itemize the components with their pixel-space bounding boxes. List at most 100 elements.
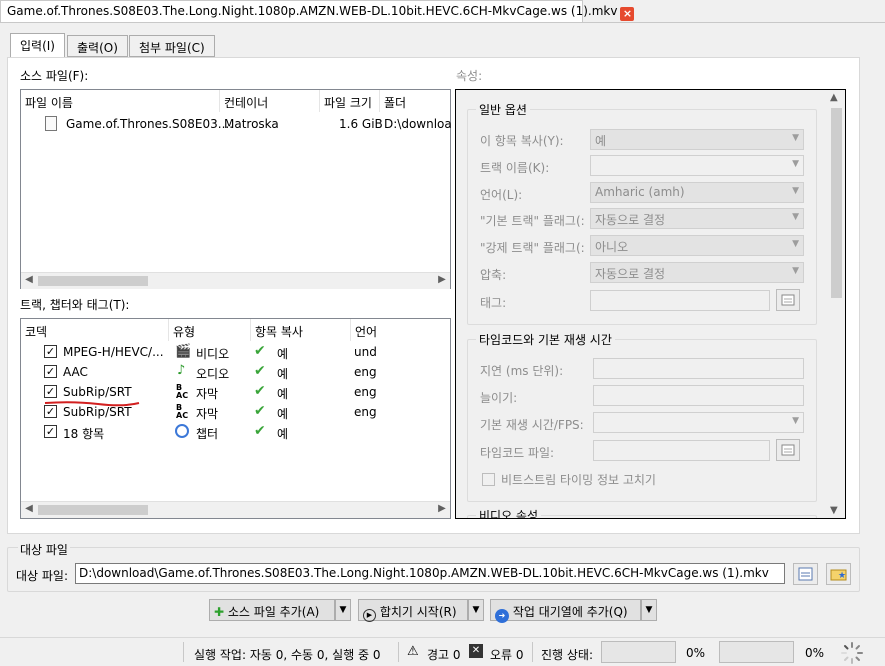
track-row[interactable]: ✓ SubRip/SRT B AC 자막 ✔ 예 eng xyxy=(21,402,450,422)
col-codec[interactable]: 코덱 xyxy=(21,319,169,341)
track-row[interactable]: ✓ 18 항목 챕터 ✔ 예 xyxy=(21,422,450,442)
forced-track-value: 아니오 xyxy=(595,240,629,254)
output-group-title: 대상 파일 xyxy=(18,541,70,558)
scroll-thumb[interactable] xyxy=(831,108,842,298)
add-to-queue-label: 작업 대기열에 추가(Q) xyxy=(512,605,628,619)
output-file-input[interactable]: D:\download\Game.of.Thrones.S08E03.The.L… xyxy=(75,563,785,584)
timecode-file-input[interactable] xyxy=(593,440,770,461)
track-language: eng xyxy=(354,365,377,379)
track-codec: AAC xyxy=(63,365,88,379)
tracks-hscroll[interactable]: ◀ ▶ xyxy=(21,501,450,518)
status-separator xyxy=(532,642,533,662)
col-copy[interactable]: 항목 복사 xyxy=(251,319,351,341)
chevron-down-icon: ▼ xyxy=(792,416,799,426)
scroll-right-icon[interactable]: ▶ xyxy=(434,274,450,285)
col-container[interactable]: 컨테이너 xyxy=(220,90,320,112)
chevron-down-icon: ▼ xyxy=(792,159,799,169)
source-files-list[interactable]: 파일 이름 컨테이너 파일 크기 폴더 Game.of.Thrones.S08E… xyxy=(20,89,452,289)
warnings-status: 경고 0 xyxy=(427,648,461,662)
scroll-left-icon[interactable]: ◀ xyxy=(21,503,37,514)
properties-panel: 일반 옵션 이 항목 복사(Y): 예 ▼ 트랙 이름(K): ▼ 언어(L): … xyxy=(455,89,846,519)
track-checkbox[interactable]: ✓ xyxy=(44,345,57,358)
fix-bitstream-label: 비트스트림 타이밍 정보 고치기 xyxy=(501,473,656,487)
stretch-label: 늘이기: xyxy=(480,391,518,405)
delay-label: 지연 (ms 단위): xyxy=(480,364,564,378)
fix-bitstream-checkbox[interactable] xyxy=(482,473,495,486)
add-to-queue-button[interactable]: ➜ 작업 대기열에 추가(Q) xyxy=(490,599,641,623)
chevron-down-icon: ▼ xyxy=(339,605,347,615)
save-as-button[interactable] xyxy=(793,563,818,585)
check-icon: ✔ xyxy=(254,423,266,439)
add-source-button[interactable]: ✚ 소스 파일 추가(A) xyxy=(209,599,335,621)
scroll-up-icon[interactable]: ▲ xyxy=(830,92,838,103)
track-checkbox[interactable]: ✓ xyxy=(44,385,57,398)
check-icon: ✔ xyxy=(254,363,266,379)
tags-input[interactable] xyxy=(590,290,770,311)
check-icon: ✔ xyxy=(254,343,266,359)
track-name-input[interactable]: ▼ xyxy=(590,155,804,176)
track-type: 챕터 xyxy=(196,427,219,441)
copy-item-select[interactable]: 예 ▼ xyxy=(590,129,804,150)
track-language: eng xyxy=(354,385,377,399)
subtitle-icon: B AC xyxy=(176,403,189,420)
track-checkbox[interactable]: ✓ xyxy=(44,425,57,438)
scroll-down-icon[interactable]: ▼ xyxy=(830,505,838,516)
default-track-label: "기본 트랙" 플래그(: xyxy=(480,214,585,228)
tab-output[interactable]: 출력(O) xyxy=(67,35,128,57)
browse-timecode-button[interactable] xyxy=(776,439,800,461)
delay-input[interactable] xyxy=(593,358,804,379)
document-tab[interactable]: Game.of.Thrones.S08E03.The.Long.Night.10… xyxy=(0,0,635,22)
col-language[interactable]: 언어 xyxy=(351,319,451,341)
chapter-icon xyxy=(175,424,189,438)
language-select[interactable]: Amharic (amh) ▼ xyxy=(590,182,804,203)
check-icon: ✔ xyxy=(254,403,266,419)
source-file-row[interactable]: Game.of.Thrones.S08E03.... Matroska 1.6 … xyxy=(21,112,452,136)
close-tab-icon[interactable]: × xyxy=(620,7,635,21)
track-checkbox[interactable]: ✓ xyxy=(44,405,57,418)
col-file-size[interactable]: 파일 크기 xyxy=(320,90,380,112)
scroll-thumb[interactable] xyxy=(38,505,148,515)
forced-track-select[interactable]: 아니오 ▼ xyxy=(590,235,804,256)
browse-tags-button[interactable] xyxy=(776,289,800,311)
start-mux-button[interactable]: ▶ 합치기 시작(R) xyxy=(358,599,468,622)
start-mux-label: 합치기 시작(R) xyxy=(379,605,457,619)
add-to-queue-dropdown[interactable]: ▼ xyxy=(641,599,657,621)
warning-icon: ⚠ xyxy=(407,644,419,659)
scroll-left-icon[interactable]: ◀ xyxy=(21,274,37,285)
tab-attachments[interactable]: 첨부 파일(C) xyxy=(129,35,215,57)
add-source-dropdown[interactable]: ▼ xyxy=(335,599,351,621)
language-value: Amharic (amh) xyxy=(595,185,685,199)
source-files-hscroll[interactable]: ◀ ▶ xyxy=(21,272,450,289)
track-language: und xyxy=(354,345,377,359)
add-source-label: 소스 파일 추가(A) xyxy=(227,605,320,619)
track-codec: SubRip/SRT xyxy=(63,385,132,399)
track-row[interactable]: ✓ AAC ♪ 오디오 ✔ 예 eng xyxy=(21,362,450,382)
default-track-select[interactable]: 자동으로 결정 ▼ xyxy=(590,208,804,229)
col-type[interactable]: 유형 xyxy=(169,319,251,341)
scroll-right-icon[interactable]: ▶ xyxy=(434,503,450,514)
folder-icon xyxy=(781,294,795,306)
tracks-list[interactable]: 코덱 유형 항목 복사 언어 ✓ MPEG-H/HEVC/... 🎬 비디오 ✔… xyxy=(20,318,451,519)
chevron-down-icon: ▼ xyxy=(472,605,480,615)
tab-input[interactable]: 입력(I) xyxy=(10,33,65,58)
track-checkbox[interactable]: ✓ xyxy=(44,365,57,378)
jobs-status: 실행 작업: 자동 0, 수동 0, 실행 중 0 xyxy=(194,648,381,662)
properties-vscroll[interactable]: ▲ ▼ xyxy=(828,90,845,518)
errors-status: 오류 0 xyxy=(490,648,524,662)
compression-select[interactable]: 자동으로 결정 ▼ xyxy=(590,262,804,283)
queue-icon: ➜ xyxy=(495,609,509,623)
open-folder-button[interactable]: ★ xyxy=(826,563,851,585)
fps-select[interactable]: ▼ xyxy=(593,412,804,433)
col-folder[interactable]: 폴더 xyxy=(380,90,452,112)
track-row[interactable]: ✓ MPEG-H/HEVC/... 🎬 비디오 ✔ 예 und xyxy=(21,342,450,362)
tracks-label: 트랙, 챕터와 태그(T): xyxy=(20,298,130,312)
compression-value: 자동으로 결정 xyxy=(595,267,666,281)
document-icon xyxy=(798,567,813,581)
col-file-name[interactable]: 파일 이름 xyxy=(21,90,220,112)
track-type: 자막 xyxy=(196,387,219,401)
scroll-thumb[interactable] xyxy=(38,276,148,286)
subtitle-icon: B AC xyxy=(176,383,189,400)
stretch-input[interactable] xyxy=(593,385,804,406)
start-mux-dropdown[interactable]: ▼ xyxy=(468,599,484,621)
audio-icon: ♪ xyxy=(177,363,186,378)
